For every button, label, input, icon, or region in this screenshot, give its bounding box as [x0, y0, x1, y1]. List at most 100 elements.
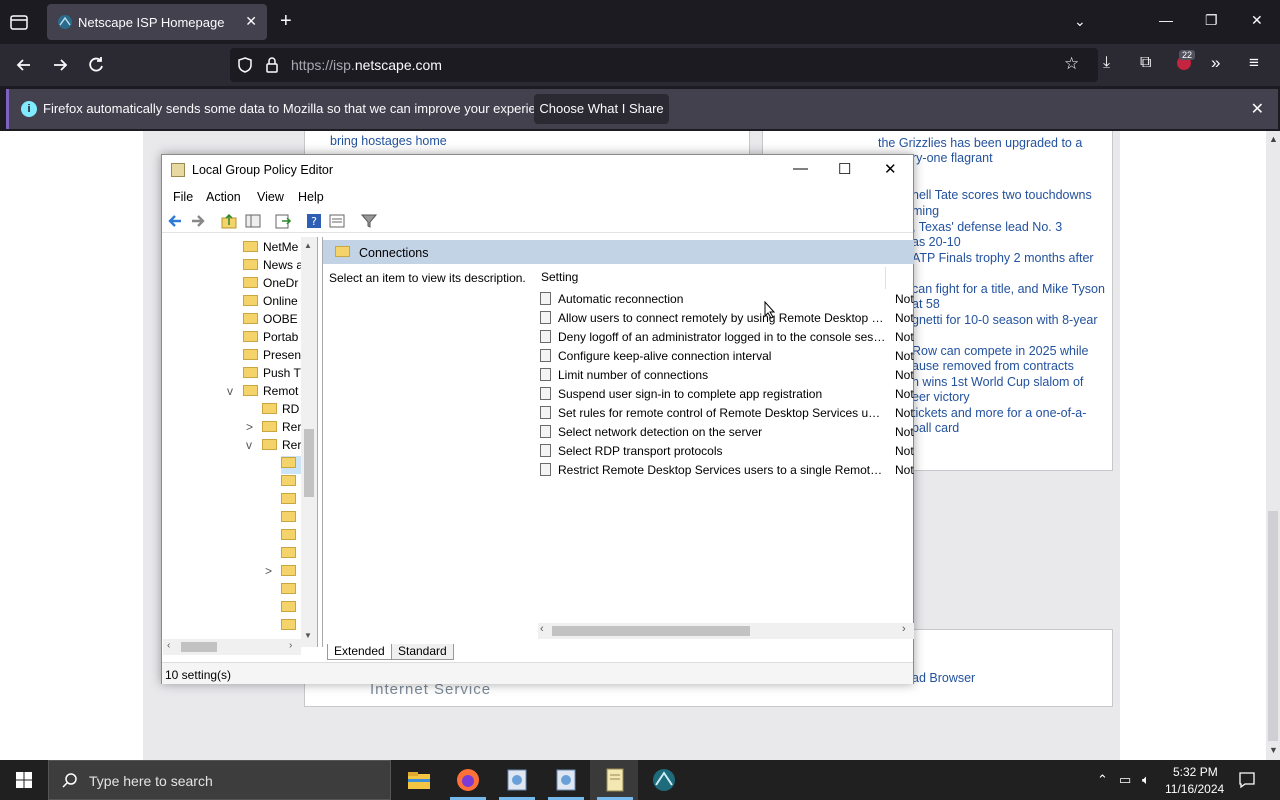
news-link[interactable]: ming — [912, 204, 939, 219]
tree-item[interactable]: News a — [243, 258, 303, 276]
news-link[interactable]: at 58 — [912, 297, 940, 312]
tree-item[interactable]: Portab — [243, 330, 298, 348]
tree-scroll-right-icon[interactable]: › — [289, 640, 292, 651]
collapse-chevron-icon[interactable]: v — [246, 438, 262, 452]
gpedit-maximize-icon[interactable]: ☐ — [838, 160, 851, 178]
tree-item[interactable] — [281, 474, 301, 492]
tree-item[interactable] — [281, 546, 301, 564]
tab-extended[interactable]: Extended — [327, 644, 392, 660]
tree-item[interactable] — [281, 600, 301, 618]
news-link[interactable]: ry-one flagrant — [912, 151, 993, 166]
tree-item[interactable] — [281, 582, 301, 600]
tree-item[interactable]: Presen — [243, 348, 301, 366]
policy-row[interactable]: Restrict Remote Desktop Services users t… — [540, 460, 914, 479]
volume-icon[interactable]: 🔈︎ — [1142, 772, 1150, 788]
tray-overflow-icon[interactable]: ⌃ — [1097, 772, 1108, 788]
news-link[interactable]: n wins 1st World Cup slalom of — [912, 375, 1083, 390]
forward-icon[interactable] — [49, 54, 71, 76]
downloads-icon[interactable]: ⤓ — [1103, 54, 1110, 72]
page-scrollbar[interactable]: ▲ ▼ — [1266, 131, 1280, 760]
back-icon[interactable] — [13, 54, 35, 76]
close-window-icon[interactable]: ✕ — [1251, 12, 1263, 29]
properties-icon[interactable] — [328, 212, 346, 230]
policy-row[interactable]: Select RDP transport protocols Not — [540, 441, 914, 460]
news-link[interactable]: bring hostages home — [330, 134, 447, 149]
gpedit-close-icon[interactable]: ✕ — [884, 160, 897, 178]
choose-what-i-share-button[interactable]: Choose What I Share — [534, 94, 669, 124]
menu-help[interactable]: Help — [298, 190, 324, 204]
group-policy-editor-icon[interactable] — [601, 766, 629, 794]
restore-icon[interactable]: ❐ — [1205, 12, 1218, 29]
tree-item[interactable]: > — [265, 564, 301, 582]
tree-vertical-scrollbar[interactable]: ▲ ▼ — [301, 237, 317, 647]
tree-item[interactable]: NetMe — [243, 240, 298, 258]
news-link[interactable]: as 20-10 — [912, 235, 961, 250]
details-horizontal-scrollbar[interactable]: ‹ › — [538, 623, 914, 639]
network-icon[interactable]: ▭ — [1119, 772, 1131, 788]
filter-icon[interactable] — [360, 212, 378, 230]
tree-scrollbar-thumb[interactable] — [304, 429, 314, 497]
gpedit-titlebar[interactable]: Local Group Policy Editor — ☐ ✕ — [162, 155, 913, 185]
tree-item[interactable]: v Rer — [246, 438, 301, 456]
clock-date[interactable]: 11/16/2024 — [1165, 782, 1224, 796]
tree-hscroll-thumb[interactable] — [181, 642, 217, 652]
tab-list-icon[interactable] — [8, 11, 30, 33]
minimize-icon[interactable]: — — [1159, 12, 1173, 28]
tree-item[interactable]: Online — [243, 294, 298, 312]
column-separator[interactable] — [885, 267, 886, 289]
bookmark-star-icon[interactable]: ☆ — [1064, 54, 1079, 74]
taskbar-search-box[interactable]: Type here to search — [48, 760, 391, 800]
news-link[interactable]: nell Tate scores two touchdowns — [912, 188, 1092, 203]
menu-view[interactable]: View — [257, 190, 284, 204]
page-scrollbar-thumb[interactable] — [1268, 511, 1278, 741]
gpedit-minimize-icon[interactable]: — — [793, 160, 808, 177]
clock-time[interactable]: 5:32 PM — [1173, 765, 1218, 779]
policy-row[interactable]: Limit number of connections Not — [540, 365, 914, 384]
tree-item[interactable]: OneDr — [243, 276, 298, 294]
policy-row[interactable]: Automatic reconnection Not — [540, 289, 914, 308]
forward-arrow-icon[interactable] — [189, 212, 207, 230]
expand-chevron-icon[interactable]: > — [246, 420, 262, 434]
tree-item-remote-desktop[interactable]: v Remot — [227, 384, 298, 402]
netscape-icon[interactable] — [650, 766, 678, 794]
new-tab-icon[interactable]: + — [280, 11, 292, 31]
collapse-chevron-icon[interactable]: v — [227, 384, 243, 398]
notification-close-icon[interactable]: ✕ — [1251, 99, 1264, 119]
extensions-icon[interactable]: ⧉ — [1140, 54, 1151, 72]
tree-item[interactable]: > Rer — [246, 420, 301, 438]
news-link[interactable]: tickets and more for a one-of-a- — [912, 406, 1086, 421]
more-tools-icon[interactable]: » — [1211, 53, 1220, 73]
policy-row[interactable]: Allow users to connect remotely by using… — [540, 308, 914, 327]
menu-action[interactable]: Action — [206, 190, 241, 204]
help-icon[interactable]: ? — [305, 212, 323, 230]
url-text[interactable]: https://isp.netscape.com — [291, 57, 442, 73]
shield-icon[interactable] — [236, 56, 254, 74]
tree-horizontal-scrollbar[interactable]: ‹ › — [163, 639, 301, 655]
policy-tool-icon[interactable] — [503, 766, 531, 794]
tree-item[interactable] — [281, 618, 301, 636]
reload-icon[interactable] — [85, 54, 107, 76]
news-link[interactable]: ATP Finals trophy 2 months after — [912, 251, 1094, 266]
tree-item[interactable]: Push T — [243, 366, 301, 384]
tree-item[interactable] — [281, 510, 301, 528]
download-browser-link[interactable]: ad Browser — [912, 671, 975, 686]
policy-row[interactable]: Deny logoff of an administrator logged i… — [540, 327, 914, 346]
tree-item[interactable]: RD — [262, 402, 299, 420]
hamburger-menu-icon[interactable]: ≡ — [1249, 53, 1259, 73]
lock-icon[interactable] — [264, 56, 280, 74]
tree-scroll-down-icon[interactable]: ▼ — [304, 631, 312, 640]
tree-item[interactable] — [281, 492, 301, 510]
url-bar[interactable]: https://isp.netscape.com — [230, 48, 1098, 82]
windows-start-icon[interactable] — [16, 772, 32, 788]
details-hscroll-thumb[interactable] — [552, 626, 750, 636]
news-link[interactable]: the Grizzlies has been upgraded to a — [878, 136, 1082, 151]
policy-row[interactable]: Select network detection on the server No… — [540, 422, 914, 441]
tab-standard[interactable]: Standard — [391, 644, 454, 660]
tree-scroll-up-icon[interactable]: ▲ — [304, 241, 312, 250]
up-folder-icon[interactable] — [220, 212, 238, 230]
tree-item[interactable]: OOBE — [243, 312, 298, 330]
details-scroll-right-icon[interactable]: › — [902, 623, 906, 635]
news-link[interactable]: , Texas' defense lead No. 3 — [912, 220, 1062, 235]
policy-tool-2-icon[interactable] — [552, 766, 580, 794]
column-header-setting[interactable]: Setting — [541, 270, 578, 284]
